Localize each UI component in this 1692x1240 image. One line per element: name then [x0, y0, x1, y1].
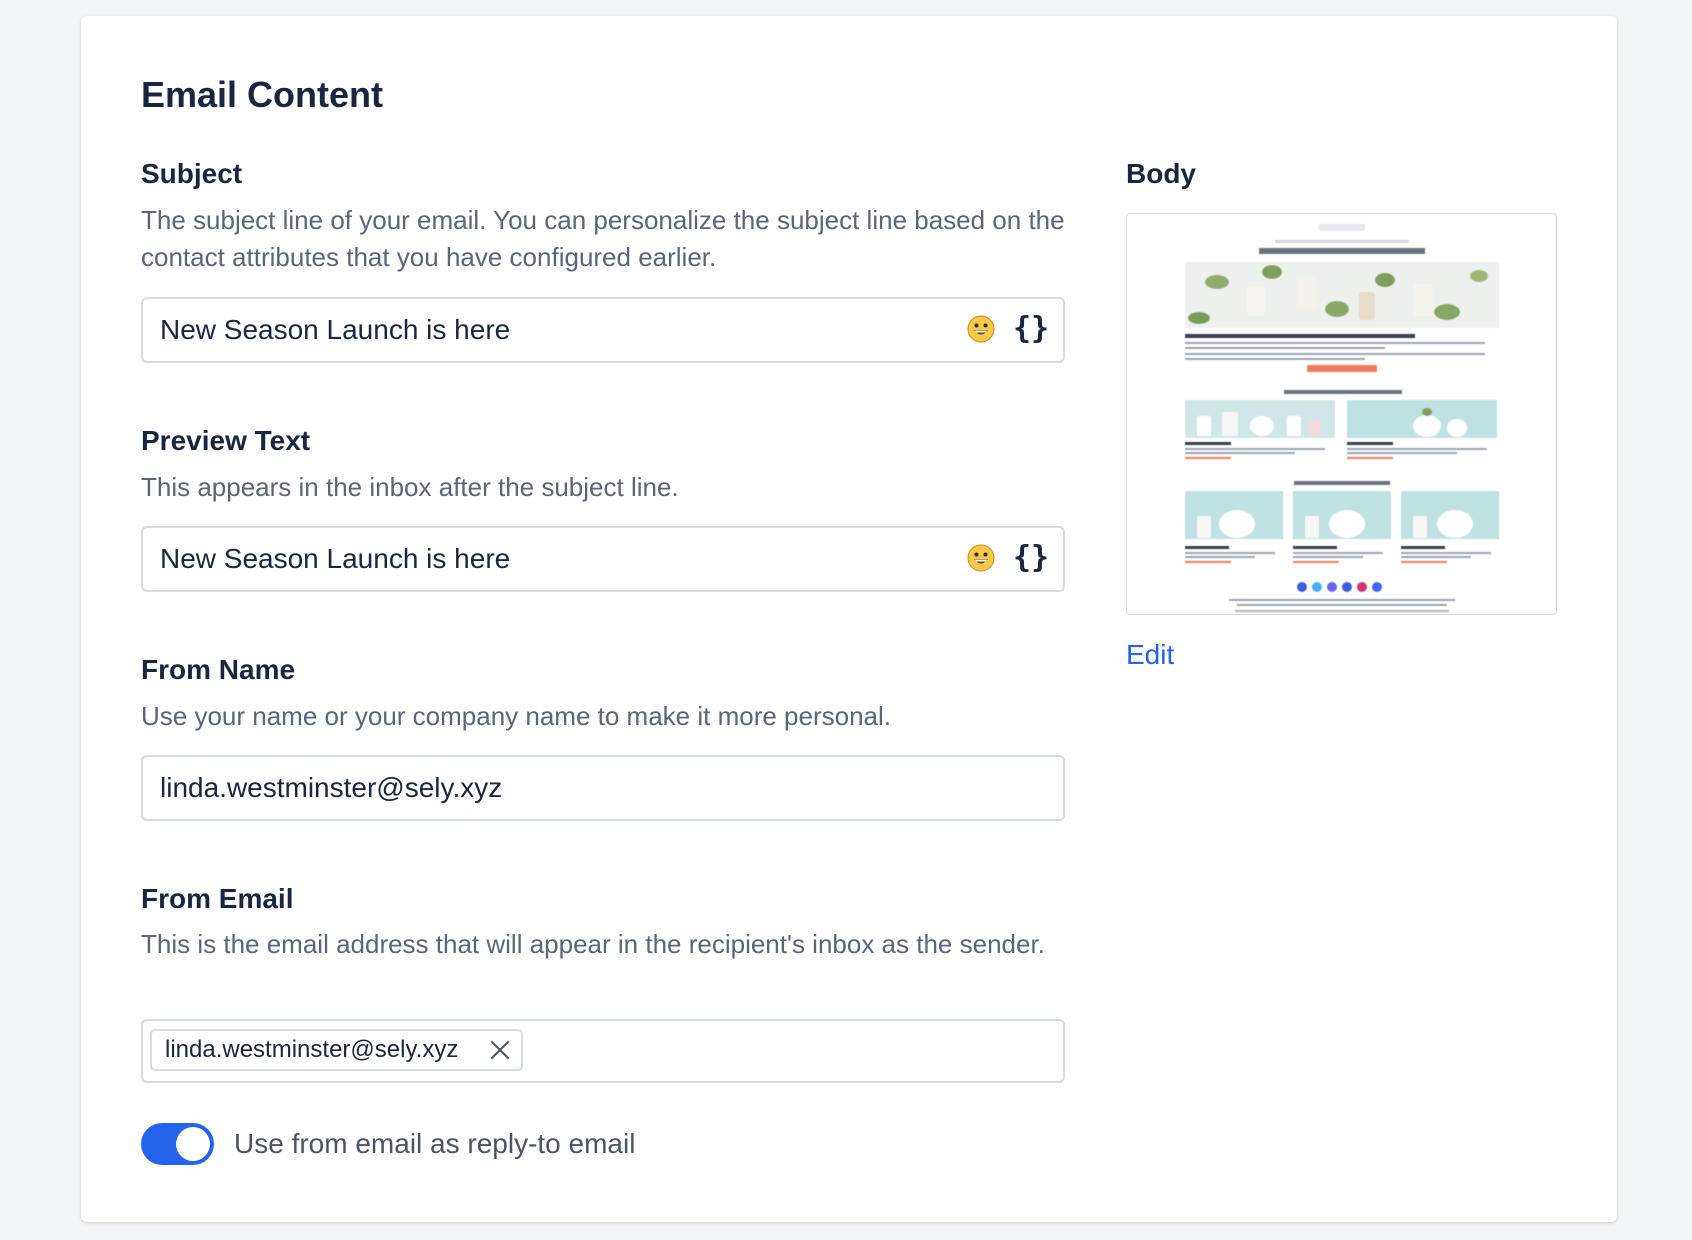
section-title: Email Content — [141, 74, 384, 115]
subject-help: The subject line of your email. You can … — [141, 205, 1065, 272]
email-chip-label: linda.westminster@sely.xyz — [165, 1036, 459, 1063]
from-email-label: From Email — [141, 883, 294, 914]
close-icon[interactable] — [489, 1039, 511, 1061]
body-label: Body — [1126, 158, 1196, 189]
subject-label: Subject — [141, 158, 243, 189]
reply-to-toggle[interactable] — [141, 1123, 214, 1165]
from-name-help: Use your name or your company name to ma… — [141, 701, 892, 731]
emoji-icon[interactable] — [967, 315, 995, 343]
email-chip: linda.westminster@sely.xyz — [150, 1029, 523, 1071]
from-name-input[interactable]: linda.westminster@sely.xyz — [141, 755, 1065, 821]
emoji-icon[interactable] — [967, 544, 995, 572]
reply-to-toggle-label: Use from email as reply-to email — [234, 1128, 636, 1159]
braces-icon[interactable]: {} — [1013, 311, 1049, 347]
preview-text-label: Preview Text — [141, 425, 311, 456]
toggle-knob — [176, 1127, 210, 1161]
preview-text-help: This appears in the inbox after the subj… — [141, 472, 679, 502]
from-name-value: linda.westminster@sely.xyz — [160, 772, 503, 803]
from-name-label: From Name — [141, 654, 296, 685]
edit-body-link[interactable]: Edit — [1126, 639, 1174, 671]
email-thumbnail-image — [1185, 224, 1499, 612]
email-body-preview[interactable] — [1126, 213, 1557, 615]
preview-text-input[interactable]: New Season Launch is here {} — [141, 526, 1065, 592]
preview-text-value: New Season Launch is here — [160, 543, 511, 574]
subject-value: New Season Launch is here — [160, 314, 511, 345]
braces-icon[interactable]: {} — [1013, 540, 1049, 576]
from-email-help: This is the email address that will appe… — [141, 929, 1045, 959]
subject-input[interactable]: New Season Launch is here {} — [141, 297, 1065, 363]
from-email-input[interactable]: linda.westminster@sely.xyz — [141, 1019, 1065, 1083]
